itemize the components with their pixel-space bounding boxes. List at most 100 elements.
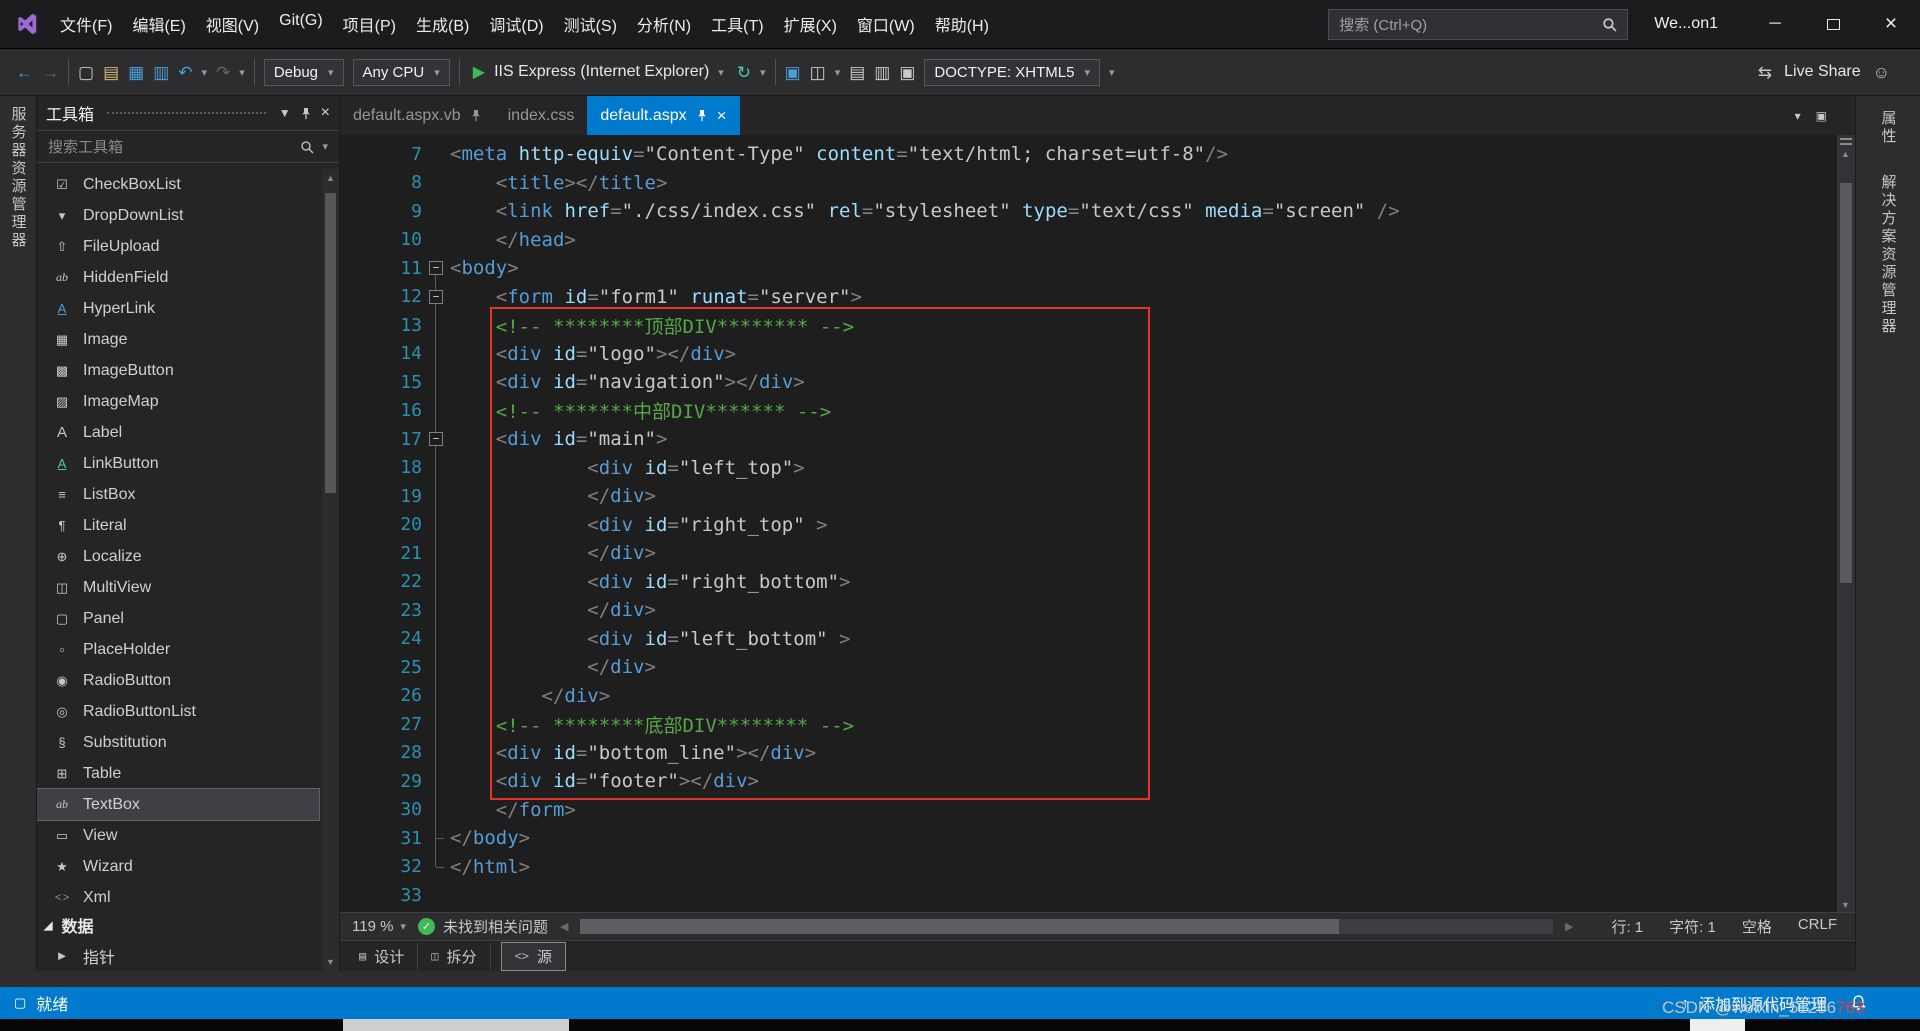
refresh-chevron-icon[interactable]: ▾ bbox=[760, 66, 766, 79]
toolbox-item-hyperlink[interactable]: AHyperLink bbox=[37, 293, 319, 324]
line-number[interactable]: 13 bbox=[340, 315, 422, 336]
start-debugging-button[interactable]: ▶ IIS Express (Internet Explorer) ▾ bbox=[469, 62, 728, 82]
document-health-indicator[interactable]: ✓ 未找到相关问题 bbox=[418, 916, 548, 937]
menu-item-s[interactable]: 测试(S) bbox=[554, 6, 627, 42]
horizontal-scrollbar[interactable] bbox=[580, 919, 1553, 934]
code-text[interactable]: <link href="./css/index.css" rel="styles… bbox=[450, 200, 1400, 222]
line-number[interactable]: 22 bbox=[340, 571, 422, 592]
line-number[interactable]: 32 bbox=[340, 856, 422, 877]
line-number[interactable]: 29 bbox=[340, 771, 422, 792]
toolbox-item-imagebutton[interactable]: ▩ImageButton bbox=[37, 355, 319, 386]
scroll-down-icon[interactable]: ▼ bbox=[1837, 900, 1854, 910]
line-number[interactable]: 33 bbox=[340, 885, 422, 906]
toolbox-search-box[interactable]: 搜索工具箱 ▾ bbox=[37, 130, 339, 163]
tab-index-css[interactable]: index.css bbox=[495, 96, 588, 135]
toolbox-scrollbar[interactable]: ▲ ▼ bbox=[322, 169, 339, 971]
view-tab-split[interactable]: ◫拆分 bbox=[418, 943, 490, 970]
comment-icon[interactable]: ▤ bbox=[849, 64, 865, 81]
document-list-chevron-icon[interactable]: ▾ bbox=[1795, 110, 1801, 122]
window-layout-icon[interactable]: ▣ bbox=[1816, 110, 1827, 122]
code-text[interactable]: <meta http-equiv="Content-Type" content=… bbox=[450, 143, 1228, 165]
chevron-down-icon[interactable]: ▾ bbox=[718, 66, 724, 79]
toolbox-item-textbox[interactable]: abTextBox bbox=[37, 789, 319, 820]
minimize-button[interactable]: ─ bbox=[1746, 0, 1804, 48]
view-tab-source[interactable]: <>源 bbox=[501, 942, 566, 971]
line-number[interactable]: 14 bbox=[340, 343, 422, 364]
fold-collapse-icon[interactable]: − bbox=[429, 290, 443, 304]
fold-region[interactable]: − bbox=[422, 290, 450, 304]
fold-collapse-icon[interactable]: − bbox=[429, 432, 443, 446]
refresh-icon[interactable]: ↻ bbox=[737, 64, 751, 81]
line-number[interactable]: 18 bbox=[340, 457, 422, 478]
code-text[interactable]: <body> bbox=[450, 257, 519, 279]
line-number[interactable]: 19 bbox=[340, 486, 422, 507]
toolbox-scrollbar-thumb[interactable] bbox=[325, 193, 336, 493]
toolbox-item-placeholder[interactable]: ▫PlaceHolder bbox=[37, 634, 319, 665]
code-editor[interactable]: 7 <meta http-equiv="Content-Type" content… bbox=[340, 135, 1855, 912]
panes-chevron-icon[interactable]: ▾ bbox=[835, 66, 841, 79]
line-number[interactable]: 7 bbox=[340, 144, 422, 165]
toolbox-item-radiobutton[interactable]: ◉RadioButton bbox=[37, 665, 319, 696]
toolbox-item-image[interactable]: ▦Image bbox=[37, 324, 319, 355]
toolbox-item-xml[interactable]: <>Xml bbox=[37, 882, 319, 910]
toolbox-item-multiview[interactable]: ◫MultiView bbox=[37, 572, 319, 603]
toolbox-item-pointer[interactable]: ► 指针 bbox=[37, 940, 339, 971]
undo-icon[interactable]: ↶ bbox=[178, 64, 192, 81]
toolbox-item-linkbutton[interactable]: ALinkButton bbox=[37, 448, 319, 479]
line-number[interactable]: 25 bbox=[340, 657, 422, 678]
view-tab-design[interactable]: ▤设计 bbox=[346, 943, 418, 970]
toolbox-item-listbox[interactable]: ≡ListBox bbox=[37, 479, 319, 510]
toolbox-item-localize[interactable]: ⊕Localize bbox=[37, 541, 319, 572]
toolbar-overflow-icon[interactable]: ▾ bbox=[1109, 66, 1115, 79]
line-number[interactable]: 26 bbox=[340, 685, 422, 706]
menu-item-d[interactable]: 调试(D) bbox=[479, 6, 553, 42]
line-number[interactable]: 11 bbox=[340, 258, 422, 279]
line-number[interactable]: 31 bbox=[340, 828, 422, 849]
line-number[interactable]: 12 bbox=[340, 286, 422, 307]
menu-item-g[interactable]: Git(G) bbox=[269, 6, 333, 42]
fold-region[interactable]: − bbox=[422, 432, 450, 446]
menu-item-x[interactable]: 扩展(X) bbox=[774, 6, 847, 42]
menu-item-w[interactable]: 窗口(W) bbox=[847, 6, 925, 42]
editor-vertical-scrollbar[interactable]: ▲ ▼ bbox=[1837, 135, 1855, 912]
redo-icon[interactable]: ↷ bbox=[216, 64, 230, 81]
solution-explorer-vertical-tab[interactable]: 解决方案资源管理器 bbox=[1878, 174, 1899, 336]
line-number[interactable]: 27 bbox=[340, 714, 422, 735]
editor-scrollbar-thumb[interactable] bbox=[1840, 183, 1852, 583]
navigate-forward-icon[interactable]: → bbox=[42, 64, 59, 81]
code-text[interactable]: <form id="form1" runat="server"> bbox=[450, 286, 862, 308]
solution-configuration-dropdown[interactable]: Debug▾ bbox=[264, 59, 344, 86]
code-text[interactable]: <title></title> bbox=[450, 172, 667, 194]
browser-preview-icon[interactable]: ▣ bbox=[785, 64, 801, 81]
toolbox-item-substitution[interactable]: §Substitution bbox=[37, 727, 319, 758]
undo-chevron-icon[interactable]: ▾ bbox=[202, 66, 208, 79]
maximize-button[interactable] bbox=[1804, 0, 1862, 48]
line-number[interactable]: 24 bbox=[340, 628, 422, 649]
line-number[interactable]: 28 bbox=[340, 742, 422, 763]
pin-icon[interactable] bbox=[470, 109, 482, 122]
line-number[interactable]: 8 bbox=[340, 172, 422, 193]
code-text[interactable]: </body> bbox=[450, 827, 530, 849]
toolbox-item-table[interactable]: ⊞Table bbox=[37, 758, 319, 789]
menu-item-t[interactable]: 工具(T) bbox=[701, 6, 773, 42]
live-share-label[interactable]: Live Share bbox=[1784, 63, 1861, 81]
toolbox-item-imagemap[interactable]: ▨ImageMap bbox=[37, 386, 319, 417]
fold-collapse-icon[interactable]: − bbox=[429, 261, 443, 275]
horizontal-scrollbar-thumb[interactable] bbox=[580, 919, 1339, 934]
code-text[interactable]: </html> bbox=[450, 856, 530, 878]
toolbox-item-label[interactable]: ALabel bbox=[37, 417, 319, 448]
code-text[interactable]: </head> bbox=[450, 229, 576, 251]
scroll-down-icon[interactable]: ▼ bbox=[322, 957, 339, 967]
toolbox-item-hiddenfield[interactable]: abHiddenField bbox=[37, 262, 319, 293]
menu-item-p[interactable]: 项目(P) bbox=[333, 6, 406, 42]
menu-item-f[interactable]: 文件(F) bbox=[50, 6, 122, 42]
line-number[interactable]: 20 bbox=[340, 514, 422, 535]
toolbox-item-dropdownlist[interactable]: ▾DropDownList bbox=[37, 200, 319, 231]
toolbox-item-fileupload[interactable]: ⇧FileUpload bbox=[37, 231, 319, 262]
redo-chevron-icon[interactable]: ▾ bbox=[239, 66, 245, 79]
scroll-left-icon[interactable]: ◀ bbox=[560, 920, 568, 933]
scroll-right-icon[interactable]: ▶ bbox=[1565, 920, 1573, 933]
toolbox-item-view[interactable]: ▭View bbox=[37, 820, 319, 851]
split-window-grip[interactable] bbox=[1840, 138, 1852, 145]
scroll-up-icon[interactable]: ▲ bbox=[322, 173, 339, 183]
